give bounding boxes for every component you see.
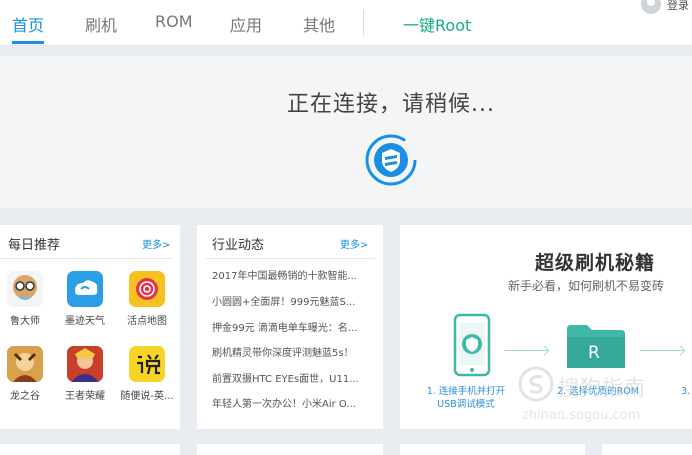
tab-home[interactable]: 首页 xyxy=(12,12,44,36)
news-item[interactable]: 前置双摄HTC EYEs面世，U11... xyxy=(212,370,364,385)
app-item[interactable]: 王者荣耀 xyxy=(58,346,112,402)
phone-shield-icon xyxy=(453,313,491,377)
news-item[interactable]: 2017年中国最畅销的十款智能... xyxy=(212,267,364,282)
step1-line1: 1. 连接手机并打开 xyxy=(426,386,506,397)
shield-logo-icon xyxy=(365,134,417,186)
app-label: 活点地图 xyxy=(127,316,167,327)
app-label: 龙之谷 xyxy=(10,391,40,402)
app-item[interactable]: 鲁大师 xyxy=(0,271,52,327)
one-click-root-link[interactable]: 一键Root xyxy=(403,12,471,36)
divider xyxy=(205,258,375,259)
tab-other[interactable]: 其他 xyxy=(303,12,335,36)
arrow-right-icon xyxy=(640,350,683,351)
app-label: 王者荣耀 xyxy=(65,391,105,402)
promo-title: 超级刷机秘籍 xyxy=(534,252,655,274)
daily-recommend-card: 每日推荐 更多> 鲁大师 墨迹天气 活点地图 龙之谷 王者荣耀 随便说-英... xyxy=(0,225,180,429)
app-item[interactable]: 墨迹天气 xyxy=(58,271,112,327)
card-row-2-item xyxy=(0,444,180,455)
news-item[interactable]: 年轻人第一次办公！小米Air O... xyxy=(212,395,364,410)
card-row-2-item xyxy=(602,444,692,455)
app-label: 鲁大师 xyxy=(10,316,40,327)
folder-letter: R xyxy=(588,343,600,363)
suibianshuo-icon xyxy=(129,346,165,382)
daily-more-link[interactable]: 更多> xyxy=(142,236,170,251)
flash-guide-banner[interactable]: 超级刷机秘籍 新手必看，如何刷机不易变砖 R 1. 连接手机并打开 USB调试模… xyxy=(400,225,692,429)
ludashi-icon xyxy=(7,271,43,307)
news-item[interactable]: 小圆圆+全面屏！999元魅蓝S... xyxy=(212,293,364,308)
app-item[interactable]: 活点地图 xyxy=(120,271,174,327)
app-item[interactable]: 随便说-英... xyxy=(120,346,174,402)
nav-divider xyxy=(363,10,364,36)
app-item[interactable]: 龙之谷 xyxy=(0,346,52,402)
step2-caption: 2. 选择优质的ROM xyxy=(557,386,639,397)
tab-flash[interactable]: 刷机 xyxy=(85,12,117,36)
promo-subtitle: 新手必看，如何刷机不易变砖 xyxy=(508,279,665,293)
app-label: 随便说-英... xyxy=(120,391,174,402)
tab-rom[interactable]: ROM xyxy=(155,12,193,31)
login-label: 登录 xyxy=(667,0,689,12)
card-row-2-item xyxy=(400,444,585,455)
user-avatar-icon xyxy=(641,0,661,14)
top-nav: 首页 刷机 ROM 应用 其他 一键Root 登录 xyxy=(0,0,692,46)
news-more-link[interactable]: 更多> xyxy=(340,236,368,251)
step3-caption: 3. xyxy=(681,386,691,397)
industry-news-card: 行业动态 更多> 2017年中国最畅销的十款智能... 小圆圆+全面屏！999元… xyxy=(197,225,383,429)
news-item[interactable]: 押金99元 滴滴电单车曝光：名... xyxy=(212,319,364,334)
connection-status-panel: 正在连接，请稍候... xyxy=(0,56,692,208)
step1-caption: 1. 连接手机并打开 USB调试模式 xyxy=(421,385,511,411)
huodian-map-icon xyxy=(129,271,165,307)
tab-apps[interactable]: 应用 xyxy=(230,12,262,36)
dragon-nest-icon xyxy=(7,346,43,382)
arrow-right-icon xyxy=(504,350,547,351)
honor-of-kings-icon xyxy=(67,346,103,382)
connection-message: 正在连接，请稍候... xyxy=(287,92,495,117)
app-label: 墨迹天气 xyxy=(65,316,105,327)
divider xyxy=(0,258,172,259)
daily-recommend-title: 每日推荐 xyxy=(8,238,61,253)
active-tab-indicator xyxy=(12,41,44,44)
step1-line2: USB调试模式 xyxy=(437,399,495,410)
moji-weather-icon xyxy=(67,271,103,307)
card-row-2-item xyxy=(197,444,383,455)
news-item[interactable]: 刷机精灵带你深度评测魅蓝5s！ xyxy=(212,344,364,359)
industry-news-title: 行业动态 xyxy=(212,238,265,253)
